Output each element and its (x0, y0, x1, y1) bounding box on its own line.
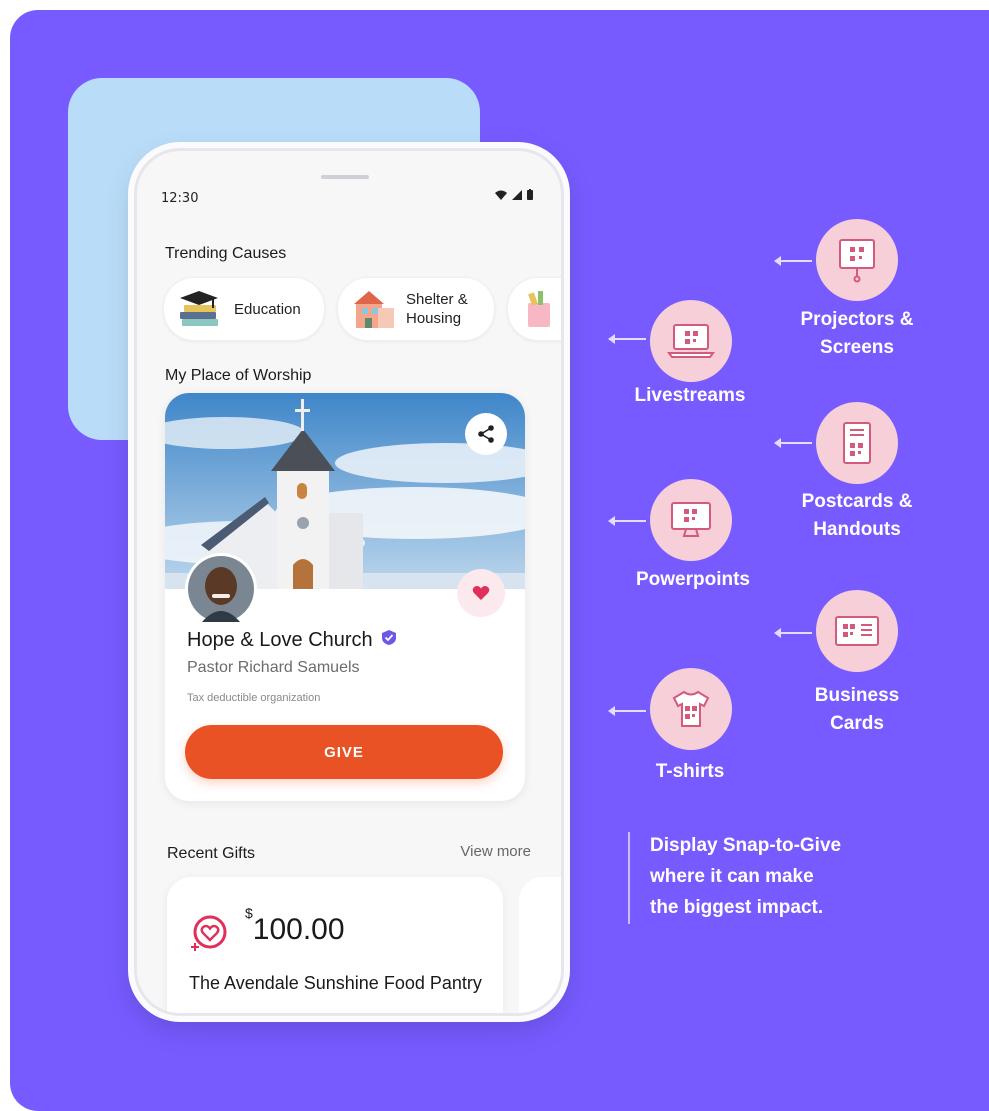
projector-qr-icon (839, 239, 875, 283)
arrow-livestreams (608, 334, 646, 344)
gift-card[interactable]: $100.00 The Avendale Sunshine Food Pantr… (167, 877, 503, 1013)
pastor-name: Pastor Richard Samuels (187, 659, 360, 676)
heart-donation-icon (191, 915, 227, 951)
currency-symbol: $ (245, 905, 253, 921)
laptop-qr-icon (667, 324, 715, 358)
grocery-bag-icon (528, 291, 550, 327)
cause-chip-shelter[interactable]: Shelter & Housing (337, 277, 495, 341)
gift-amount: 100.00 (252, 913, 345, 946)
cause-label-education: Education (234, 300, 301, 318)
share-icon (478, 425, 494, 443)
church-card: Hope & Love Church Pastor Richard Samuel… (165, 393, 525, 801)
church-name-row: Hope & Love Church (187, 629, 397, 652)
monitor-qr-icon (671, 502, 711, 537)
tax-note: Tax deductible organization (187, 692, 321, 704)
business-cards-circle (816, 590, 898, 672)
heart-icon (472, 586, 490, 600)
projectors-circle (816, 219, 898, 301)
cause-chip-education[interactable]: Education (163, 277, 325, 341)
worship-title: My Place of Worship (165, 367, 312, 384)
promo-panel: 12:30 Trending Causes Education Shelter … (10, 10, 989, 1111)
projectors-label: Projectors & Screens (800, 309, 914, 358)
favorite-button[interactable] (457, 569, 505, 617)
business-card-qr-icon (835, 616, 879, 646)
tshirt-qr-icon (672, 690, 710, 727)
tshirts-circle (650, 668, 732, 750)
livestreams-label: Livestreams (634, 385, 746, 406)
postcards-circle (816, 402, 898, 484)
cause-label-shelter: Shelter & Housing (406, 291, 468, 327)
pastor-photo (188, 556, 254, 622)
view-more-link[interactable]: View more (460, 843, 531, 860)
business-cards-label: Business Cards (814, 685, 900, 734)
battery-icon (527, 189, 533, 200)
phone-speaker (321, 175, 369, 179)
tshirts-label: T-shirts (655, 761, 725, 782)
postcard-qr-icon (843, 422, 871, 464)
church-name: Hope & Love Church (187, 629, 373, 651)
share-button[interactable] (465, 413, 507, 455)
postcards-label: Postcards & Handouts (801, 491, 913, 540)
cause-chip-partial[interactable] (507, 277, 561, 341)
phone-mockup: 12:30 Trending Causes Education Shelter … (134, 148, 564, 1016)
tagline-divider (628, 832, 630, 924)
powerpoints-label: Powerpoints (635, 569, 750, 590)
trending-title: Trending Causes (165, 245, 287, 262)
give-button[interactable]: GIVE (185, 725, 503, 779)
recent-gifts-title: Recent Gifts (167, 845, 256, 862)
arrow-projectors (774, 256, 812, 266)
gift-organization: The Avendale Sunshine Food Pantry (189, 973, 482, 993)
graduation-books-icon (180, 291, 218, 326)
arrow-tshirts (608, 706, 646, 716)
gift-amount-row: $100.00 (245, 905, 345, 947)
status-time: 12:30 (161, 191, 199, 206)
wifi-icon (495, 190, 507, 200)
arrow-powerpoints (608, 516, 646, 526)
powerpoints-circle (650, 479, 732, 561)
pastor-avatar (185, 553, 257, 625)
arrow-business-cards (774, 628, 812, 638)
arrow-postcards (774, 438, 812, 448)
tagline: Display Snap-to-Give where it can make t… (650, 835, 842, 918)
gift-card-partial[interactable] (519, 877, 561, 1013)
livestreams-circle (650, 300, 732, 382)
status-icons (495, 189, 533, 200)
house-icon (354, 291, 394, 328)
verified-badge-icon (382, 630, 397, 645)
signal-icon (512, 189, 522, 200)
